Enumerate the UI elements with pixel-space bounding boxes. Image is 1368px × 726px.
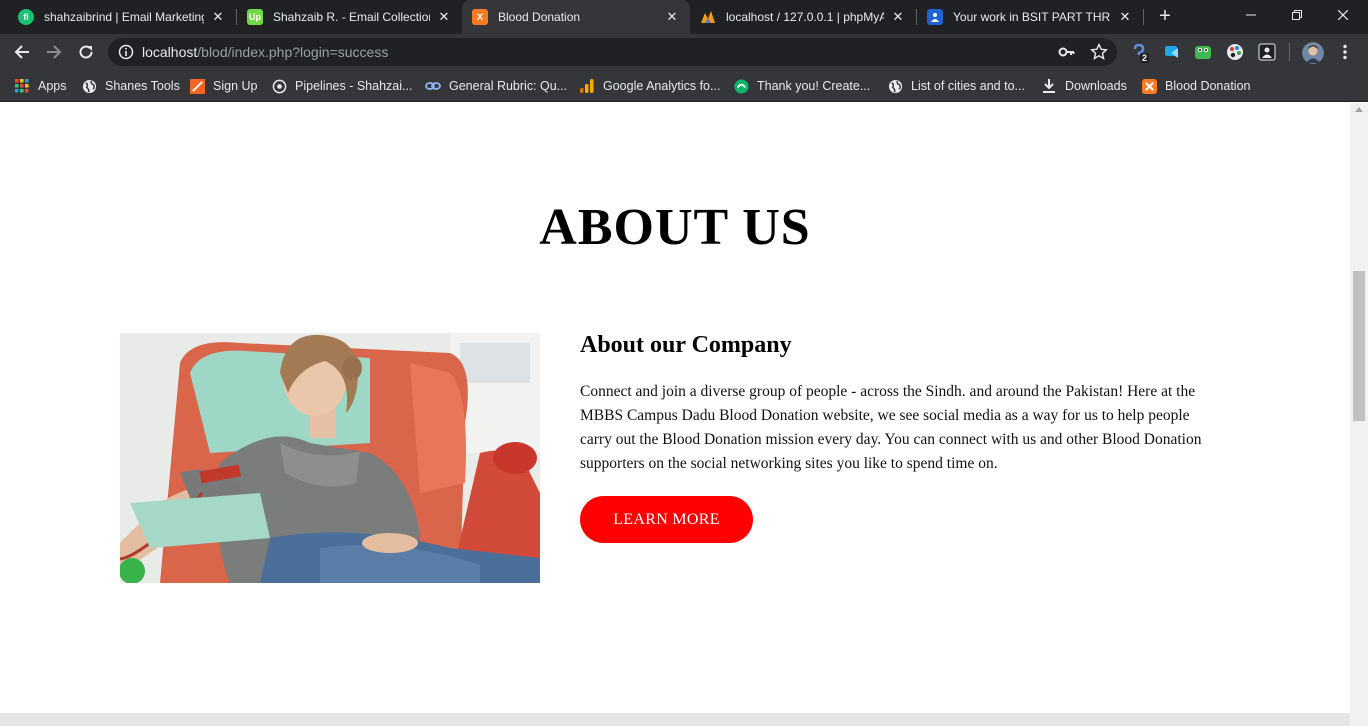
tab-classroom[interactable]: Your work in BSIT PART THREE ✕ — [917, 0, 1143, 34]
close-icon — [1338, 10, 1348, 20]
bookmark-general-rubric[interactable]: General Rubric: Qu... — [425, 76, 567, 96]
screen-capture-extension-icon[interactable] — [1163, 43, 1181, 61]
about-company-heading: About our Company — [580, 332, 792, 358]
bookmark-label: Sign Up — [213, 79, 258, 93]
address-bar[interactable]: localhost/blod/index.php?login=success — [108, 38, 1117, 66]
globe-icon — [81, 78, 97, 94]
tab-label: localhost / 127.0.0.1 | phpMyAd — [726, 10, 884, 24]
tab-label: Your work in BSIT PART THREE — [953, 10, 1111, 24]
upwork-icon: Up — [247, 9, 263, 25]
bookmark-thank-you[interactable]: Thank you! Create... — [733, 76, 870, 96]
scrollbar-thumb[interactable] — [1353, 271, 1365, 421]
minimize-icon — [1246, 14, 1256, 16]
reload-button[interactable] — [74, 40, 98, 64]
profile-avatar-icon[interactable] — [1302, 42, 1324, 64]
tab-phpmyadmin[interactable]: localhost / 127.0.0.1 | phpMyAd ✕ — [690, 0, 916, 34]
phpmyadmin-icon — [700, 9, 716, 25]
browser-menu-button[interactable] — [1333, 40, 1357, 64]
tab-label: Blood Donation — [498, 10, 581, 24]
browser-tab-strip: fi shahzaibrind | Email Marketing ✕ Up S… — [0, 0, 1368, 34]
scroll-up-arrow-icon[interactable] — [1355, 107, 1363, 112]
xampp-icon: X — [472, 9, 488, 25]
url-host: localhost — [142, 44, 198, 60]
bookmark-sign-up[interactable]: Sign Up — [189, 76, 257, 96]
bookmark-downloads[interactable]: Downloads — [1041, 76, 1127, 96]
arrow-right-icon — [47, 45, 62, 59]
bookmark-label: Shanes Tools — [105, 79, 180, 93]
forward-button[interactable] — [42, 40, 66, 64]
pipedrive-icon — [271, 78, 287, 94]
extension-badge: 2 — [1140, 53, 1150, 63]
xampp-icon — [1141, 78, 1157, 94]
restore-button[interactable] — [1274, 0, 1320, 30]
back-button[interactable] — [10, 40, 34, 64]
bookmarks-bar: Apps Shanes Tools Sign Up Pipelines - Sh… — [0, 70, 1368, 102]
bookmark-label: Blood Donation — [1165, 79, 1251, 93]
green-circle-icon — [733, 78, 749, 94]
tab-fiverr[interactable]: fi shahzaibrind | Email Marketing ✕ — [8, 0, 236, 34]
tab-separator — [1143, 9, 1144, 25]
classroom-icon — [927, 9, 943, 25]
globe-icon — [887, 78, 903, 94]
download-icon — [1041, 78, 1057, 94]
about-us-heading: ABOUT US — [539, 199, 811, 256]
tab-label: Shahzaib R. - Email Collection, — [273, 10, 430, 24]
link-icon — [425, 78, 441, 94]
analytics-icon — [579, 78, 595, 94]
bookmark-google-analytics[interactable]: Google Analytics fo... — [579, 76, 720, 96]
bookmark-blood-donation[interactable]: Blood Donation — [1141, 76, 1250, 96]
apps-grid-icon — [14, 78, 30, 94]
arrow-left-icon — [14, 45, 29, 59]
bookmark-label: General Rubric: Qu... — [449, 79, 568, 93]
more-vertical-icon — [1343, 44, 1347, 60]
tab-label: shahzaibrind | Email Marketing — [44, 10, 204, 24]
reload-icon — [79, 45, 93, 59]
browser-toolbar: localhost/blod/index.php?login=success — [0, 34, 1368, 70]
page-scrollbar[interactable] — [1350, 103, 1368, 726]
blood-donor-photo — [120, 333, 540, 583]
url-text[interactable]: localhost/blod/index.php?login=success — [142, 44, 388, 60]
frog-extension-icon[interactable] — [1194, 43, 1212, 61]
bookmark-list-of-cities[interactable]: List of cities and to... — [887, 76, 1025, 96]
restore-icon — [1292, 10, 1302, 20]
star-icon[interactable] — [1090, 43, 1108, 61]
bookmark-shanes-tools[interactable]: Shanes Tools — [81, 76, 180, 96]
bookmark-label: List of cities and to... — [911, 79, 1025, 93]
bookmark-label: Pipelines - Shahzai... — [295, 79, 413, 93]
toolbar-separator — [1289, 43, 1290, 61]
close-icon[interactable]: ✕ — [890, 9, 906, 25]
key-icon[interactable] — [1058, 43, 1076, 61]
bookmark-label: Apps — [38, 79, 67, 93]
ycombinator-icon — [189, 78, 205, 94]
info-icon[interactable] — [118, 44, 134, 60]
tab-upwork[interactable]: Up Shahzaib R. - Email Collection, ✕ — [237, 0, 462, 34]
blood-donor-image — [120, 333, 540, 583]
bookmark-label: Google Analytics fo... — [603, 79, 721, 93]
contacts-extension-icon[interactable] — [1258, 43, 1276, 61]
fiverr-icon: fi — [18, 9, 34, 25]
bookmark-apps[interactable]: Apps — [14, 76, 67, 96]
bookmark-label: Downloads — [1065, 79, 1127, 93]
palette-extension-icon[interactable] — [1226, 43, 1244, 61]
url-path: /blod/index.php?login=success — [197, 44, 389, 60]
close-icon[interactable]: ✕ — [1117, 9, 1133, 25]
new-tab-button[interactable]: + — [1154, 5, 1176, 27]
close-icon[interactable]: ✕ — [436, 9, 452, 25]
about-company-description: Connect and join a diverse group of peop… — [580, 383, 1202, 472]
learn-more-button[interactable]: LEARN MORE — [580, 496, 753, 543]
page-content: ABOUT US About our Company Connect and j… — [0, 103, 1350, 714]
tab-blood-donation[interactable]: X Blood Donation ✕ — [462, 0, 690, 34]
close-window-button[interactable] — [1320, 0, 1366, 30]
bookmark-label: Thank you! Create... — [757, 79, 871, 93]
bookmark-pipelines[interactable]: Pipelines - Shahzai... — [271, 76, 412, 96]
next-section-strip — [0, 713, 1350, 726]
close-icon[interactable]: ✕ — [210, 9, 226, 25]
minimize-button[interactable] — [1228, 0, 1274, 30]
close-icon[interactable]: ✕ — [664, 9, 680, 25]
